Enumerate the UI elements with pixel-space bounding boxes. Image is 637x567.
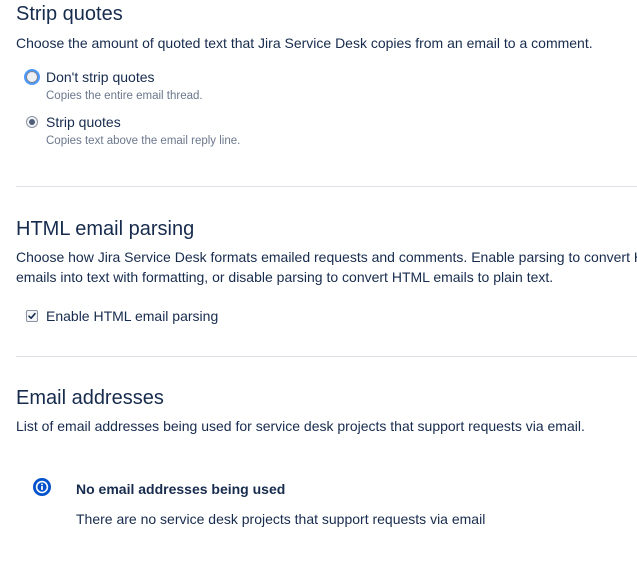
- html-parsing-heading: HTML email parsing: [16, 218, 195, 240]
- email-addresses-description: List of email addresses being used for s…: [16, 418, 585, 434]
- radio-option-strip[interactable]: Strip quotes Copies text above the email…: [16, 112, 593, 149]
- info-icon: [33, 478, 51, 496]
- strip-quotes-help: Copies text above the email reply line.: [46, 135, 241, 147]
- radio-option-dont-strip[interactable]: Don't strip quotes Copies the entire ema…: [16, 67, 593, 104]
- strip-quotes-description: Choose the amount of quoted text that Ji…: [16, 35, 593, 51]
- section-divider: [16, 356, 637, 357]
- section-divider: [16, 186, 637, 187]
- strip-quotes-heading: Strip quotes: [16, 3, 123, 25]
- dont-strip-quotes-label[interactable]: Don't strip quotes: [46, 67, 593, 87]
- strip-quotes-label[interactable]: Strip quotes: [46, 112, 593, 132]
- email-addresses-section: Email addresses List of email addresses …: [16, 386, 585, 529]
- empty-state-body: There are no service desk projects that …: [76, 511, 486, 527]
- html-parsing-section: HTML email parsing Choose how Jira Servi…: [16, 217, 637, 326]
- enable-html-parsing-label[interactable]: Enable HTML email parsing: [46, 306, 637, 326]
- checkmark-icon: [28, 312, 36, 319]
- email-addresses-heading: Email addresses: [16, 387, 164, 409]
- enable-html-parsing-checkbox[interactable]: [26, 310, 38, 322]
- enable-html-parsing-option[interactable]: Enable HTML email parsing: [16, 306, 637, 326]
- html-parsing-description: Choose how Jira Service Desk formats ema…: [16, 249, 637, 285]
- dont-strip-quotes-help: Copies the entire email thread.: [46, 90, 203, 102]
- dont-strip-quotes-radio[interactable]: [26, 71, 38, 83]
- empty-state-message: No email addresses being used There are …: [16, 478, 585, 529]
- strip-quotes-radio[interactable]: [26, 116, 38, 128]
- strip-quotes-section: Strip quotes Choose the amount of quoted…: [16, 2, 593, 149]
- empty-state-title: No email addresses being used: [76, 481, 286, 497]
